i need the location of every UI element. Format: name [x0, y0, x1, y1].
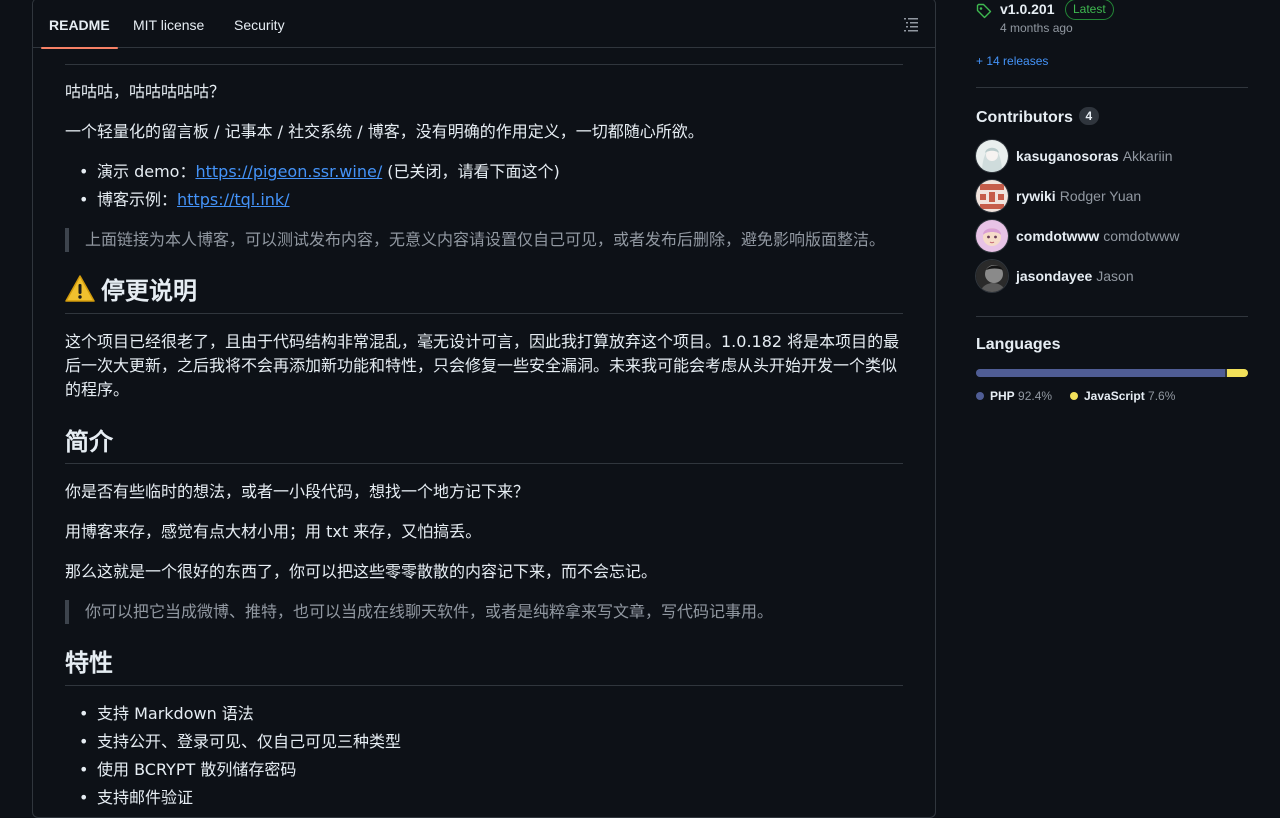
feature-item: 支持公开、登录可见、仅自己可见三种类型: [79, 730, 401, 754]
table-of-contents-icon[interactable]: [903, 16, 919, 32]
blockquote-blog-note: 上面链接为本人博客，可以测试发布内容，无意义内容请设置仅自己可见，或者发布后删除…: [65, 228, 903, 252]
sidebar-divider: [976, 87, 1248, 88]
avatar: [976, 220, 1008, 252]
tab-mit-license[interactable]: MIT license: [133, 0, 204, 48]
intro-paragraph-3: 那么这就是一个很好的东西了，你可以把这些零零散散的内容记下来，而不会忘记。: [65, 562, 658, 581]
readme-tab-bar: README MIT license Security: [33, 0, 935, 49]
tab-readme[interactable]: README: [41, 0, 118, 49]
contributor-login: kasuganosoras: [1016, 148, 1119, 164]
language-name: PHP: [990, 389, 1015, 403]
language-item-javascript[interactable]: JavaScript 7.6%: [1070, 389, 1175, 403]
feature-item: 使用 BCRYPT 散列储存密码: [79, 758, 296, 782]
readme-intro: 咕咕咕，咕咕咕咕咕？: [65, 82, 226, 101]
list-item-blog: 博客示例：https://tql.ink/: [79, 188, 290, 212]
avatar: [976, 140, 1008, 172]
php-color-dot: [976, 392, 984, 400]
contributor-name: comdotwww comdotwww: [1016, 228, 1179, 244]
contributors-count: 4: [1078, 107, 1099, 125]
contributor-name: jasondayee Jason: [1016, 268, 1134, 284]
release-time: 4 months ago: [1000, 21, 1073, 35]
list-item-demo: 演示 demo：https://pigeon.ssr.wine/ (已关闭，请看…: [79, 160, 560, 184]
heading-divider: [65, 313, 903, 314]
readme-description: 一个轻量化的留言板 / 记事本 / 社交系统 / 博客，没有明确的作用定义，一切…: [65, 122, 704, 141]
contributor-name: kasuganosoras Akkariin: [1016, 148, 1173, 164]
avatar: [976, 260, 1008, 292]
contributor-login: jasondayee: [1016, 268, 1093, 284]
intro-paragraph-2: 用博客来存，感觉有点大材小用；用 txt 来存，又怕搞丢。: [65, 522, 482, 541]
demo-prefix: 演示 demo：: [97, 162, 196, 181]
contributors-heading[interactable]: Contributors 4: [976, 107, 1099, 127]
heading-divider: [65, 463, 903, 464]
warning-icon: [65, 275, 95, 302]
language-percent: 7.6%: [1148, 389, 1176, 403]
avatar: [976, 180, 1008, 212]
demo-link[interactable]: https://pigeon.ssr.wine/: [195, 162, 382, 181]
contributor-fullname: Rodger Yuan: [1059, 188, 1142, 204]
intro-paragraph-1: 你是否有些临时的想法，或者一小段代码，想找一个地方记下来？: [65, 482, 530, 501]
heading-features: 特性: [65, 649, 113, 677]
sidebar-divider: [976, 316, 1248, 317]
tag-icon: [976, 3, 992, 19]
language-bar-php: [976, 369, 1225, 377]
contributor-login: rywiki: [1016, 188, 1056, 204]
blog-link[interactable]: https://tql.ink/: [177, 190, 290, 209]
readme-panel: README MIT license Security 咕咕咕，咕咕咕咕咕？ 一…: [32, 0, 936, 818]
heading-deprecation-text: 停更说明: [101, 277, 197, 305]
demo-suffix: (已关闭，请看下面这个): [382, 162, 560, 181]
contributor-fullname: comdotwww: [1103, 228, 1180, 244]
javascript-color-dot: [1070, 392, 1078, 400]
contributor-login: comdotwww: [1016, 228, 1100, 244]
feature-item: 支持邮件验证: [79, 786, 193, 810]
languages-heading: Languages: [976, 336, 1061, 353]
language-bar-javascript: [1227, 369, 1248, 377]
language-name: JavaScript: [1084, 389, 1145, 403]
deprecation-text: 这个项目已经很老了，且由于代码结构非常混乱，毫无设计可言，因此我打算放弃这个项目…: [65, 332, 900, 399]
contributor-name: rywiki Rodger Yuan: [1016, 188, 1141, 204]
more-releases-link[interactable]: + 14 releases: [976, 54, 1048, 68]
feature-item: 支持 Markdown 语法: [79, 702, 254, 726]
blockquote-usage: 你可以把它当成微博、推特，也可以当成在线聊天软件，或者是纯粹拿来写文章，写代码记…: [65, 600, 903, 624]
contributor-fullname: Jason: [1096, 268, 1134, 284]
heading-intro: 简介: [65, 428, 113, 456]
latest-release-link[interactable]: v1.0.201: [1000, 1, 1055, 17]
blog-prefix: 博客示例：: [97, 190, 178, 209]
contributor-fullname: Akkariin: [1122, 148, 1173, 164]
latest-badge: Latest: [1065, 0, 1114, 20]
heading-divider: [65, 64, 903, 65]
language-bar: [976, 369, 1248, 377]
heading-divider: [65, 685, 903, 686]
heading-deprecation: 停更说明: [65, 275, 197, 307]
contributors-title: Contributors: [976, 109, 1073, 126]
tab-security[interactable]: Security: [234, 0, 285, 48]
language-item-php[interactable]: PHP 92.4%: [976, 389, 1052, 403]
language-percent: 92.4%: [1018, 389, 1053, 403]
